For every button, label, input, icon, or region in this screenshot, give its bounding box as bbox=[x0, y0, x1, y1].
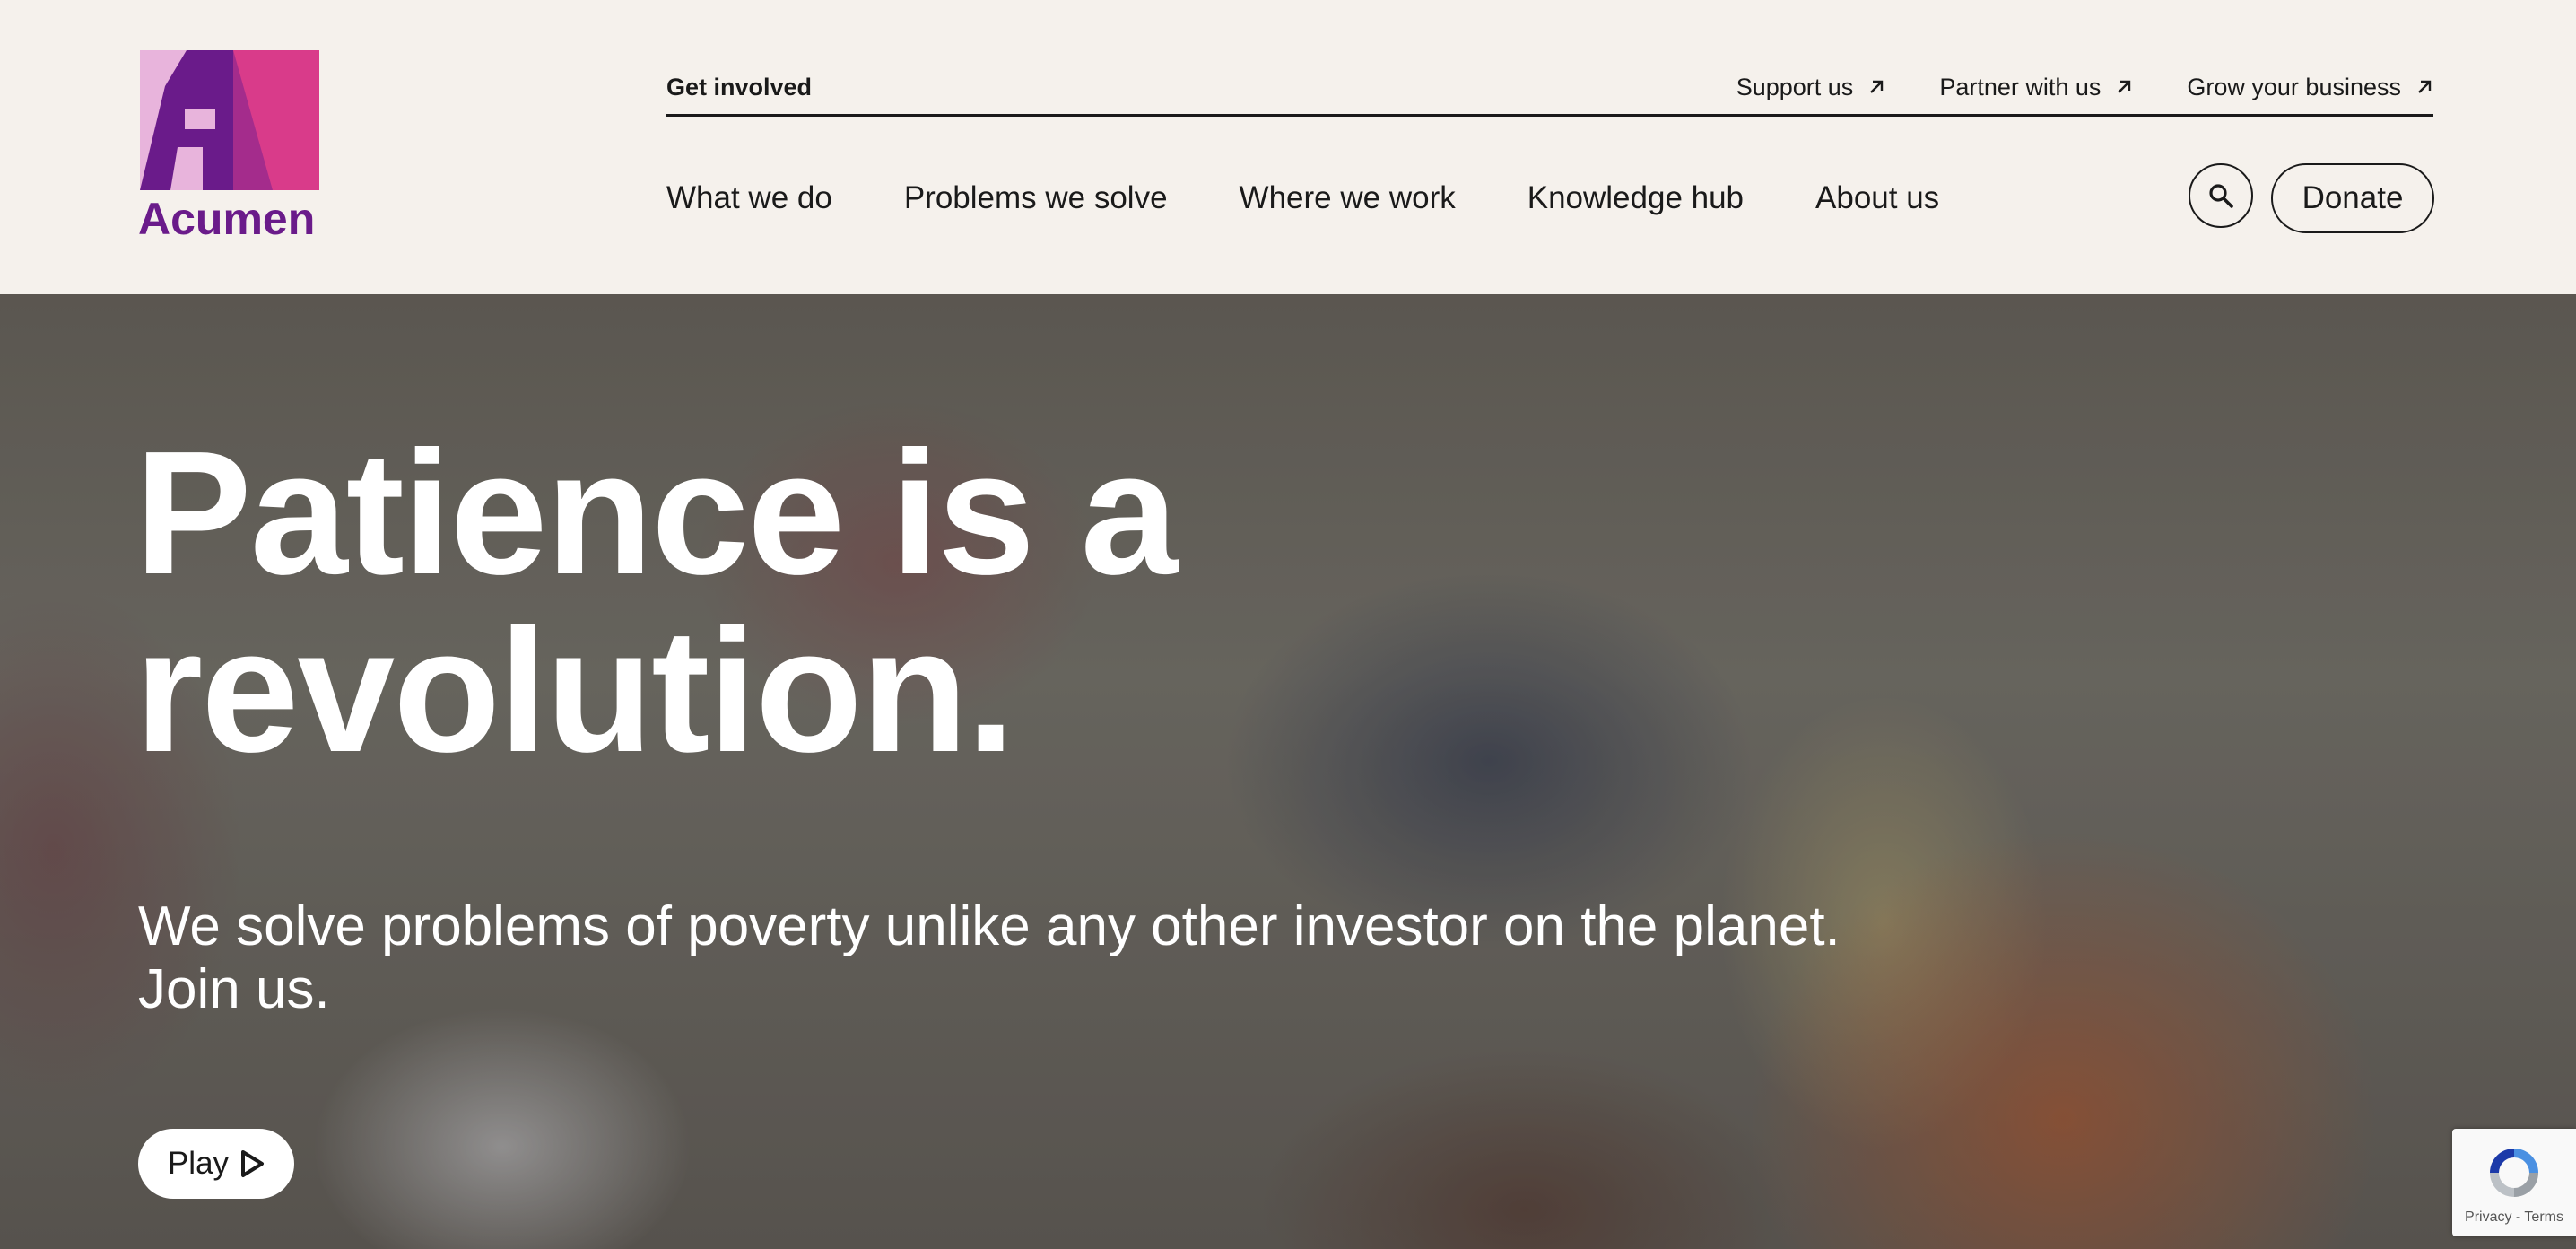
hero-subtitle: We solve problems of poverty unlike any … bbox=[138, 895, 1841, 1020]
nav-item-about-us[interactable]: About us bbox=[1815, 170, 1939, 226]
support-us-link[interactable]: Support us bbox=[1736, 63, 1886, 111]
get-involved-label: Get involved bbox=[666, 74, 813, 100]
site-header: Acumen Get involved Support us Partner w… bbox=[0, 0, 2576, 294]
search-button[interactable] bbox=[2189, 163, 2253, 228]
recaptcha-icon bbox=[2490, 1149, 2538, 1197]
acumen-logo[interactable]: Acumen bbox=[138, 50, 319, 244]
partner-with-us-label: Partner with us bbox=[1939, 74, 2102, 100]
grow-your-business-link[interactable]: Grow your business bbox=[2187, 63, 2433, 111]
arrow-up-right-icon bbox=[2118, 80, 2131, 93]
partner-with-us-link[interactable]: Partner with us bbox=[1939, 63, 2133, 111]
logo-wordmark: Acumen bbox=[138, 194, 316, 244]
support-us-label: Support us bbox=[1736, 74, 1854, 100]
utility-bar: Get involved Support us Partner with us … bbox=[666, 54, 2433, 117]
hero-title: Patience is a revolution. bbox=[135, 415, 1179, 789]
arrow-up-right-icon bbox=[2418, 80, 2432, 93]
nav-item-knowledge-hub[interactable]: Knowledge hub bbox=[1527, 170, 1744, 226]
recaptcha-badge[interactable]: Privacy - Terms bbox=[2452, 1129, 2576, 1236]
nav-item-what-we-do[interactable]: What we do bbox=[666, 170, 832, 226]
grow-your-business-label: Grow your business bbox=[2187, 74, 2401, 100]
play-label: Play bbox=[167, 1146, 230, 1181]
utility-links: Support us Partner with us Grow your bus… bbox=[1736, 63, 2433, 111]
arrow-up-right-icon bbox=[1870, 80, 1884, 93]
main-nav: What we do Problems we solve Where we wo… bbox=[666, 170, 1939, 226]
acumen-logo-mark bbox=[140, 50, 319, 190]
nav-item-problems-we-solve[interactable]: Problems we solve bbox=[904, 170, 1168, 226]
play-icon bbox=[241, 1150, 265, 1177]
search-icon bbox=[2209, 184, 2233, 208]
nav-item-where-we-work[interactable]: Where we work bbox=[1240, 170, 1456, 226]
recaptcha-privacy-terms[interactable]: Privacy - Terms bbox=[2452, 1210, 2576, 1226]
donate-button[interactable]: Donate bbox=[2271, 163, 2434, 233]
hero-video-section: Patience is a revolution. We solve probl… bbox=[0, 294, 2576, 1249]
play-button[interactable]: Play bbox=[138, 1129, 294, 1199]
